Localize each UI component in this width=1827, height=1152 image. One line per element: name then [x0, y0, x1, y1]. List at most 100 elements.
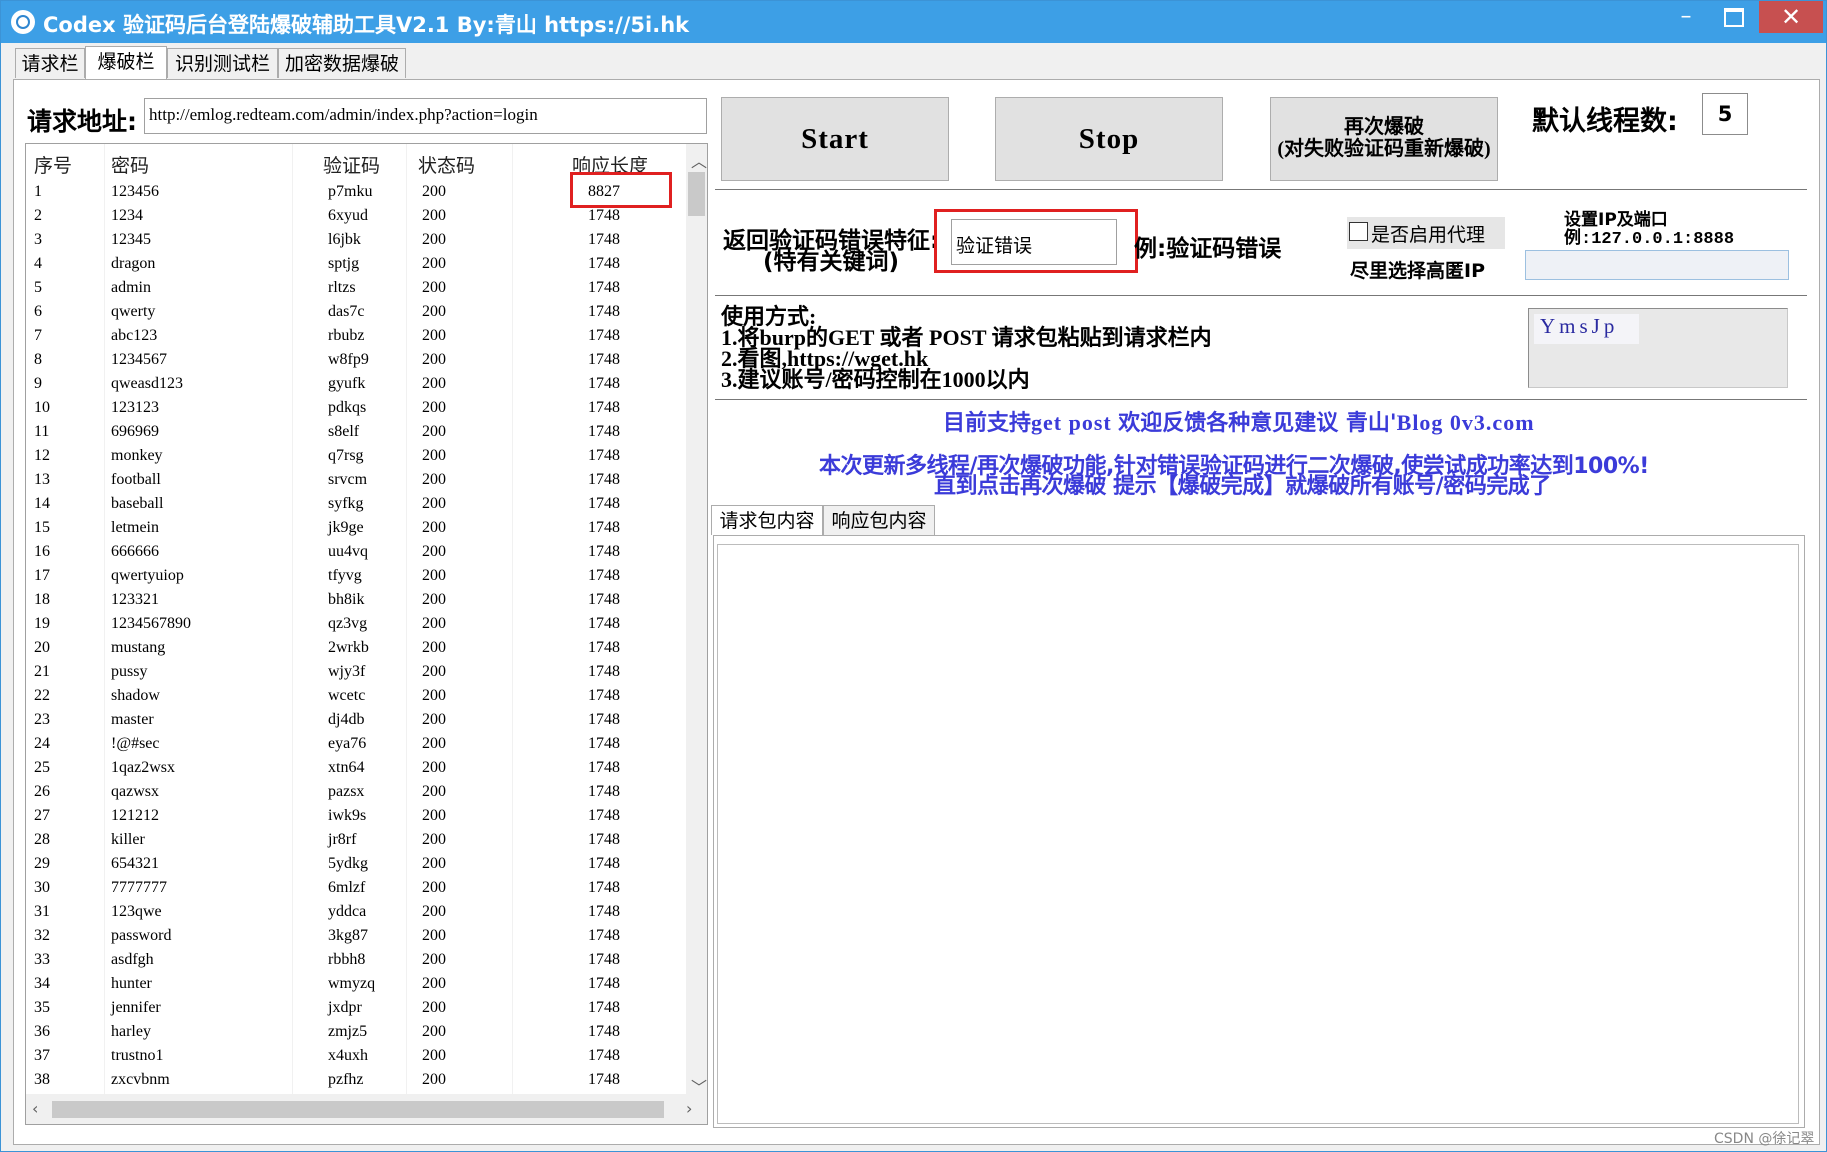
tab-request-packet[interactable]: 请求包内容 — [711, 505, 823, 535]
table-row[interactable]: 34 hunter wmyzq 200 1748 — [26, 972, 686, 996]
table-row[interactable]: 38 zxcvbnm pzfhz 200 1748 — [26, 1068, 686, 1092]
stop-button[interactable]: Stop — [995, 97, 1223, 181]
table-row[interactable]: 11 696969 s8elf 200 1748 — [26, 420, 686, 444]
table-row[interactable]: 20 mustang 2wrkb 200 1748 — [26, 636, 686, 660]
app-icon — [11, 10, 35, 34]
row-password: letmein — [111, 519, 159, 536]
usage-line: 3.建议账号/密码控制在1000以内 — [721, 367, 1030, 392]
row-captcha: 3kg87 — [328, 927, 368, 944]
table-row[interactable]: 37 trustno1 x4uxh 200 1748 — [26, 1044, 686, 1068]
row-index: 1 — [34, 183, 42, 200]
table-row[interactable]: 15 letmein jk9ge 200 1748 — [26, 516, 686, 540]
table-row[interactable]: 10 123123 pdkqs 200 1748 — [26, 396, 686, 420]
table-row[interactable]: 25 1qaz2wsx xtn64 200 1748 — [26, 756, 686, 780]
scroll-thumb[interactable] — [688, 172, 705, 216]
ip-input[interactable] — [1525, 250, 1789, 280]
row-length: 1748 — [588, 543, 620, 560]
table-row[interactable]: 12 monkey q7rsg 200 1748 — [26, 444, 686, 468]
row-index: 10 — [34, 399, 50, 416]
table-row[interactable]: 16 666666 uu4vq 200 1748 — [26, 540, 686, 564]
title-bar[interactable]: Codex 验证码后台登陆爆破辅助工具V2.1 By:青山 https://5i… — [1, 1, 1826, 43]
row-captcha: wjy3f — [328, 663, 366, 680]
table-row[interactable]: 5 admin rltzs 200 1748 — [26, 276, 686, 300]
table-row[interactable]: 31 123qwe yddca 200 1748 — [26, 900, 686, 924]
table-row[interactable]: 13 football srvcm 200 1748 — [26, 468, 686, 492]
row-captcha: gyufk — [328, 375, 366, 392]
url-input[interactable]: http://emlog.redteam.com/admin/index.php… — [144, 98, 707, 134]
row-status: 200 — [422, 519, 446, 536]
header-status[interactable]: 状态码 — [418, 151, 475, 178]
close-button[interactable]: ✕ — [1759, 1, 1823, 33]
tab-request[interactable]: 请求栏 — [15, 48, 85, 78]
table-row[interactable]: 30 7777777 6mlzf 200 1748 — [26, 876, 686, 900]
row-password: hunter — [111, 975, 152, 992]
result-list[interactable]: 序号 密码 验证码 状态码 响应长度 1 123456 p7mku 200 8827 2 1… — [25, 143, 708, 1125]
hscroll-thumb[interactable] — [52, 1101, 664, 1118]
header-captcha[interactable]: 验证码 — [323, 151, 380, 178]
row-length: 1748 — [588, 927, 620, 944]
table-row[interactable]: 3 12345 l6jbk 200 1748 — [26, 228, 686, 252]
table-row[interactable]: 24 !@#sec eya76 200 1748 — [26, 732, 686, 756]
usage-title: 使用方式: — [721, 304, 817, 329]
proxy-checkbox[interactable]: 是否启用代理 — [1347, 217, 1505, 249]
table-row[interactable]: 23 master dj4db 200 1748 — [26, 708, 686, 732]
row-status: 200 — [422, 399, 446, 416]
tab-response-packet[interactable]: 响应包内容 — [823, 505, 935, 535]
support-text: 目前支持 — [943, 411, 1032, 436]
table-row[interactable]: 28 killer jr8rf 200 1748 — [26, 828, 686, 852]
table-row[interactable]: 6 qwerty das7c 200 1748 — [26, 300, 686, 324]
row-captcha: eya76 — [328, 735, 367, 752]
table-row[interactable]: 35 jennifer jxdpr 200 1748 — [26, 996, 686, 1020]
row-index: 32 — [34, 927, 50, 944]
table-row[interactable]: 21 pussy wjy3f 200 1748 — [26, 660, 686, 684]
header-password[interactable]: 密码 — [111, 151, 149, 178]
table-row[interactable]: 14 baseball syfkg 200 1748 — [26, 492, 686, 516]
table-row[interactable]: 19 1234567890 qz3vg 200 1748 — [26, 612, 686, 636]
threads-input[interactable]: 5 — [1702, 93, 1748, 135]
minimize-button[interactable]: – — [1663, 1, 1709, 33]
retry-button[interactable]: 再次爆破 (对失败验证码重新爆破) — [1270, 97, 1498, 181]
table-row[interactable]: 18 123321 bh8ik 200 1748 — [26, 588, 686, 612]
scroll-left-icon[interactable]: ‹ — [32, 1099, 38, 1118]
scroll-up-icon[interactable]: ︿ — [691, 148, 707, 172]
tab-brute[interactable]: 爆破栏 — [85, 46, 167, 79]
window-title: Codex 验证码后台登陆爆破辅助工具V2.1 By:青山 https://5i… — [43, 13, 690, 37]
row-captcha: yddca — [328, 903, 367, 920]
table-row[interactable]: 4 dragon sptjg 200 1748 — [26, 252, 686, 276]
table-row[interactable]: 27 121212 iwk9s 200 1748 — [26, 804, 686, 828]
scroll-right-icon[interactable]: › — [686, 1099, 692, 1118]
table-row[interactable]: 36 harley zmjz5 200 1748 — [26, 1020, 686, 1044]
packet-content-textarea[interactable] — [717, 544, 1799, 1124]
tab-encrypted-brute[interactable]: 加密数据爆破 — [278, 48, 406, 78]
horizontal-scrollbar[interactable]: ‹ › — [26, 1094, 707, 1124]
row-length: 1748 — [588, 879, 620, 896]
support-feedback: 欢迎反馈各种意见建议 青山' — [1118, 411, 1397, 436]
row-status: 200 — [422, 183, 446, 200]
row-captcha: s8elf — [328, 423, 360, 440]
row-length: 1748 — [588, 639, 620, 656]
maximize-button[interactable] — [1709, 1, 1759, 33]
start-button[interactable]: Start — [721, 97, 949, 181]
table-row[interactable]: 7 abc123 rbubz 200 1748 — [26, 324, 686, 348]
tab-recognize-test[interactable]: 识别测试栏 — [167, 48, 278, 78]
table-row[interactable]: 17 qwertyuiop tfyvg 200 1748 — [26, 564, 686, 588]
header-index[interactable]: 序号 — [34, 151, 72, 178]
row-index: 23 — [34, 711, 50, 728]
divider — [715, 399, 1807, 400]
vertical-scrollbar[interactable]: ︿ ﹀ — [686, 144, 707, 1097]
table-row[interactable]: 33 asdfgh rbbh8 200 1748 — [26, 948, 686, 972]
checkbox-icon[interactable] — [1349, 222, 1368, 241]
table-row[interactable]: 9 qweasd123 gyufk 200 1748 — [26, 372, 686, 396]
table-row[interactable]: 26 qazwsx pazsx 200 1748 — [26, 780, 686, 804]
table-row[interactable]: 29 654321 5ydkg 200 1748 — [26, 852, 686, 876]
row-index: 16 — [34, 543, 50, 560]
row-index: 8 — [34, 351, 42, 368]
proxy-hint: 尽里选择高匿IP — [1350, 260, 1485, 282]
row-index: 17 — [34, 567, 50, 584]
row-length: 1748 — [588, 951, 620, 968]
table-row[interactable]: 8 1234567 w8fp9 200 1748 — [26, 348, 686, 372]
table-row[interactable]: 32 password 3kg87 200 1748 — [26, 924, 686, 948]
table-row[interactable]: 22 shadow wcetc 200 1748 — [26, 684, 686, 708]
row-captcha: pdkqs — [328, 399, 367, 416]
row-index: 25 — [34, 759, 50, 776]
